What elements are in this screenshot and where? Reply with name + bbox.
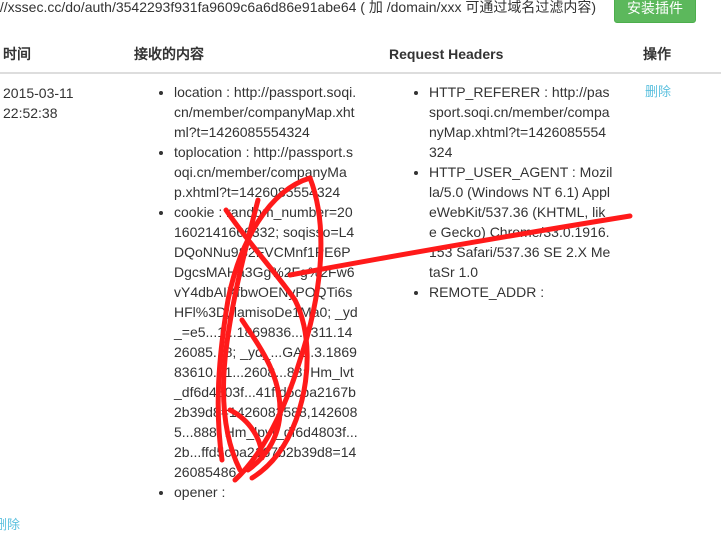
header-divider <box>0 72 721 74</box>
column-header-actions: 操作 <box>643 46 671 62</box>
time-clock: 22:52:38 <box>3 105 58 121</box>
list-item: opener : <box>174 482 358 502</box>
list-item: cookie : random_number=201602141666332; … <box>174 202 358 482</box>
received-content-list: location : http://passport.soqi.cn/membe… <box>160 82 358 502</box>
delete-row-link[interactable]: 删除 <box>645 83 671 101</box>
column-header-time: 时间 <box>3 46 31 62</box>
list-item: toplocation : http://passport.soqi.cn/me… <box>174 142 358 202</box>
list-item: location : http://passport.soqi.cn/membe… <box>174 82 358 142</box>
time-cell: 2015-03-11 22:52:38 <box>3 83 74 123</box>
top-bar: ://xssec.cc/do/auth/3542293f931fa9609c6a… <box>0 0 721 28</box>
list-item: HTTP_REFERER : http://passport.soqi.cn/m… <box>429 82 613 162</box>
column-header-content: 接收的内容 <box>134 46 204 62</box>
list-item: HTTP_USER_AGENT : Mozilla/5.0 (Windows N… <box>429 162 613 282</box>
column-header-request-headers: Request Headers <box>389 46 504 62</box>
request-headers-list: HTTP_REFERER : http://passport.soqi.cn/m… <box>415 82 613 302</box>
install-plugin-button[interactable]: 安装插件 <box>614 0 696 23</box>
time-date: 2015-03-11 <box>3 85 74 101</box>
auth-url-text: ://xssec.cc/do/auth/3542293f931fa9609c6a… <box>0 0 596 15</box>
list-item: REMOTE_ADDR : <box>429 282 613 302</box>
delete-all-link[interactable]: 删除 <box>0 516 20 534</box>
